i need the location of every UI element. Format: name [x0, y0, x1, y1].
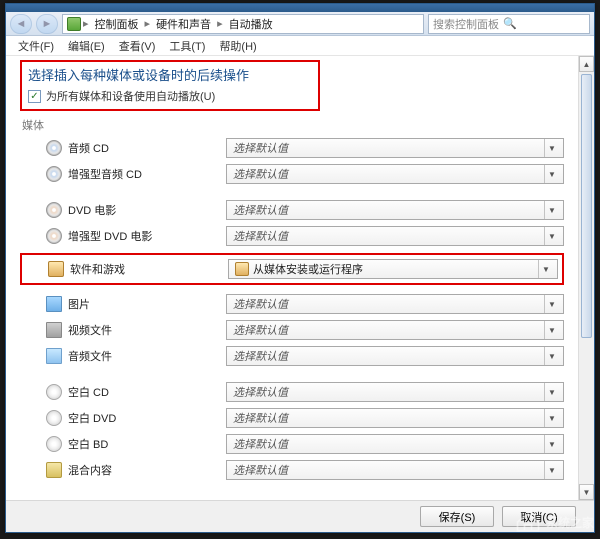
software-icon: [48, 261, 64, 277]
combo-videos[interactable]: 选择默认值▼: [226, 320, 564, 340]
chevron-down-icon: ▼: [544, 227, 559, 245]
breadcrumb-sep: ▸: [217, 17, 223, 30]
label-blank-cd: 空白 CD: [68, 384, 109, 400]
menu-file[interactable]: 文件(F): [12, 36, 60, 56]
menu-view[interactable]: 查看(V): [113, 36, 162, 56]
blank-disc-icon: [46, 436, 62, 452]
search-placeholder: 搜索控制面板: [433, 16, 499, 32]
row-enhanced-audio-cd: 增强型音频 CD 选择默认值▼: [20, 161, 564, 187]
scroll-thumb[interactable]: [581, 74, 592, 338]
label-blank-bd: 空白 BD: [68, 436, 108, 452]
scroll-down-button[interactable]: ▼: [579, 484, 594, 500]
combo-blank-dvd[interactable]: 选择默认值▼: [226, 408, 564, 428]
vertical-scrollbar[interactable]: ▲ ▼: [578, 56, 594, 500]
row-audio-cd: 音频 CD 选择默认值▼: [20, 135, 564, 161]
chevron-down-icon: ▼: [544, 321, 559, 339]
save-button[interactable]: 保存(S): [420, 506, 494, 527]
page-title: 选择插入每种媒体或设备时的后续操作: [28, 65, 312, 84]
menu-help[interactable]: 帮助(H): [213, 36, 262, 56]
row-enhanced-dvd-movie: 增强型 DVD 电影 选择默认值▼: [20, 223, 564, 249]
chevron-down-icon: ▼: [544, 383, 559, 401]
mixed-icon: [46, 462, 62, 478]
combo-mixed[interactable]: 选择默认值▼: [226, 460, 564, 480]
chevron-down-icon: ▼: [544, 347, 559, 365]
combo-audio-files[interactable]: 选择默认值▼: [226, 346, 564, 366]
combo-audio-cd[interactable]: 选择默认值▼: [226, 138, 564, 158]
combo-dvd-movie[interactable]: 选择默认值▼: [226, 200, 564, 220]
use-autoplay-checkbox[interactable]: ✓: [28, 90, 41, 103]
address-bar[interactable]: ▸ 控制面板 ▸ 硬件和声音 ▸ 自动播放: [62, 14, 424, 34]
row-blank-bd: 空白 BD 选择默认值▼: [20, 431, 564, 457]
chevron-down-icon: ▼: [544, 435, 559, 453]
row-videos: 视频文件 选择默认值▼: [20, 317, 564, 343]
row-blank-dvd: 空白 DVD 选择默认值▼: [20, 405, 564, 431]
menu-bar: 文件(F) 编辑(E) 查看(V) 工具(T) 帮助(H): [6, 36, 594, 56]
breadcrumb-hardware-sound[interactable]: 硬件和声音: [152, 16, 215, 32]
dvd-icon: [46, 228, 62, 244]
house-icon: [514, 511, 542, 533]
label-blank-dvd: 空白 DVD: [68, 410, 116, 426]
pictures-icon: [46, 296, 62, 312]
highlight-software-row: 软件和游戏 从媒体安装或运行程序 ▼: [20, 253, 564, 285]
audio-icon: [46, 348, 62, 364]
label-software: 软件和游戏: [70, 261, 125, 277]
chevron-down-icon: ▼: [544, 139, 559, 157]
row-dvd-movie: DVD 电影 选择默认值▼: [20, 197, 564, 223]
combo-enhanced-audio-cd[interactable]: 选择默认值▼: [226, 164, 564, 184]
navigation-bar: ◄ ► ▸ 控制面板 ▸ 硬件和声音 ▸ 自动播放 搜索控制面板 🔍: [6, 12, 594, 36]
label-enhanced-audio-cd: 增强型音频 CD: [68, 166, 142, 182]
cd-icon: [46, 166, 62, 182]
chevron-down-icon: ▼: [544, 461, 559, 479]
control-panel-window: ◄ ► ▸ 控制面板 ▸ 硬件和声音 ▸ 自动播放 搜索控制面板 🔍 文件(F)…: [5, 3, 595, 533]
menu-tools[interactable]: 工具(T): [163, 36, 211, 56]
video-icon: [46, 322, 62, 338]
highlight-header-box: 选择插入每种媒体或设备时的后续操作 ✓ 为所有媒体和设备使用自动播放(U): [20, 60, 320, 111]
use-autoplay-checkbox-row[interactable]: ✓ 为所有媒体和设备使用自动播放(U): [28, 88, 312, 104]
combo-enhanced-dvd-movie[interactable]: 选择默认值▼: [226, 226, 564, 246]
row-mixed-content: 混合内容 选择默认值▼: [20, 457, 564, 483]
window-titlebar: [6, 4, 594, 12]
row-blank-cd: 空白 CD 选择默认值▼: [20, 379, 564, 405]
combo-blank-bd[interactable]: 选择默认值▼: [226, 434, 564, 454]
blank-disc-icon: [46, 384, 62, 400]
blank-disc-icon: [46, 410, 62, 426]
dvd-icon: [46, 202, 62, 218]
chevron-down-icon: ▼: [544, 165, 559, 183]
label-audio-cd: 音频 CD: [68, 140, 109, 156]
button-bar: 保存(S) 取消(C): [6, 500, 594, 532]
chevron-down-icon: ▼: [538, 260, 553, 278]
label-dvd-movie: DVD 电影: [68, 202, 116, 218]
label-audio-files: 音频文件: [68, 348, 112, 364]
chevron-down-icon: ▼: [544, 409, 559, 427]
search-icon: 🔍: [503, 17, 517, 30]
control-panel-icon: [67, 17, 81, 31]
label-videos: 视频文件: [68, 322, 112, 338]
chevron-down-icon: ▼: [544, 295, 559, 313]
forward-button[interactable]: ►: [36, 14, 58, 34]
label-enhanced-dvd-movie: 增强型 DVD 电影: [68, 228, 152, 244]
use-autoplay-label: 为所有媒体和设备使用自动播放(U): [46, 88, 215, 104]
back-button[interactable]: ◄: [10, 14, 32, 34]
breadcrumb-sep: ▸: [145, 17, 151, 30]
breadcrumb-sep: ▸: [83, 17, 89, 30]
cd-icon: [46, 140, 62, 156]
menu-edit[interactable]: 编辑(E): [62, 36, 111, 56]
scroll-up-button[interactable]: ▲: [579, 56, 594, 72]
chevron-down-icon: ▼: [544, 201, 559, 219]
combo-pictures[interactable]: 选择默认值▼: [226, 294, 564, 314]
row-audio-files: 音频文件 选择默认值▼: [20, 343, 564, 369]
combo-software[interactable]: 从媒体安装或运行程序 ▼: [228, 259, 558, 279]
label-pictures: 图片: [68, 296, 90, 312]
label-mixed: 混合内容: [68, 462, 112, 478]
install-icon: [235, 262, 249, 276]
combo-blank-cd[interactable]: 选择默认值▼: [226, 382, 564, 402]
breadcrumb-control-panel[interactable]: 控制面板: [91, 16, 143, 32]
watermark: 系统之家: [514, 511, 594, 533]
section-media-label: 媒体: [22, 117, 564, 133]
breadcrumb-autoplay[interactable]: 自动播放: [225, 16, 277, 32]
row-pictures: 图片 选择默认值▼: [20, 291, 564, 317]
content-area: 选择插入每种媒体或设备时的后续操作 ✓ 为所有媒体和设备使用自动播放(U) 媒体…: [6, 56, 578, 500]
search-box[interactable]: 搜索控制面板 🔍: [428, 14, 590, 34]
scroll-track[interactable]: [579, 72, 594, 484]
